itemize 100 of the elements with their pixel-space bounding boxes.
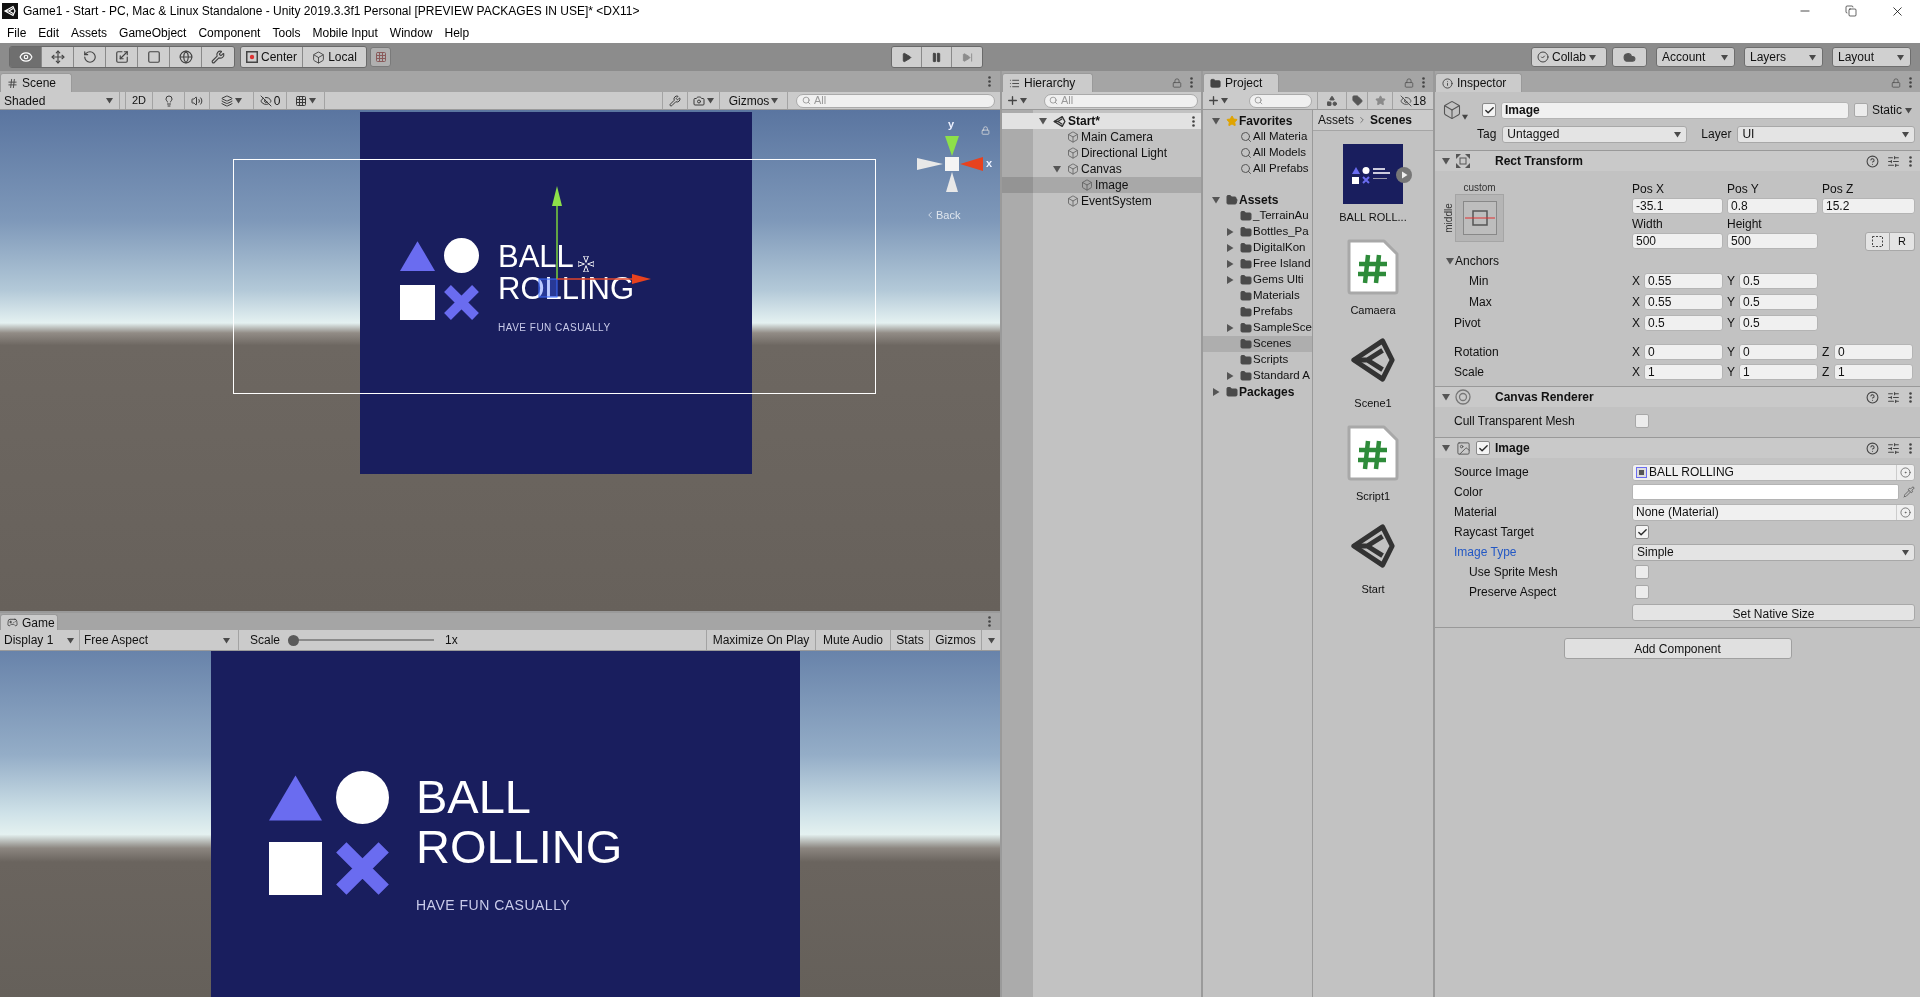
toggle-button[interactable]: Maximize On Play: [707, 630, 816, 650]
checkbox[interactable]: [1635, 585, 1649, 599]
tree-row[interactable]: Standard A: [1203, 368, 1312, 384]
display-dropdown[interactable]: Display 1: [0, 630, 80, 650]
tag-dropdown[interactable]: Untagged: [1502, 125, 1688, 143]
menu-item[interactable]: Assets: [65, 22, 114, 43]
gizmos-button[interactable]: Gizmos: [930, 630, 982, 650]
tree-row[interactable]: Packages: [1203, 384, 1312, 400]
tree-row[interactable]: Scenes: [1203, 336, 1312, 352]
tree-row[interactable]: Scripts: [1203, 352, 1312, 368]
lock-icon[interactable]: [981, 126, 990, 135]
toggle-button[interactable]: Mute Audio: [816, 630, 891, 650]
menu-item[interactable]: Tools: [266, 22, 307, 43]
menu-item[interactable]: Window: [383, 22, 439, 43]
caret-down-icon[interactable]: [1053, 165, 1061, 173]
tree-row[interactable]: DigitalKon: [1203, 240, 1312, 256]
pivot-mode-button[interactable]: Center: [241, 47, 303, 67]
tree-row[interactable]: Bottles_Pa: [1203, 224, 1312, 240]
layout-dropdown[interactable]: Layout: [1832, 47, 1911, 67]
caret-right-icon[interactable]: [1212, 388, 1220, 396]
panel-tab[interactable]: Project: [1203, 73, 1279, 92]
number-field[interactable]: 0: [1644, 344, 1723, 360]
add-component-button[interactable]: Add Component: [1563, 638, 1792, 659]
raw-edit-button[interactable]: R: [1890, 232, 1915, 251]
search-field[interactable]: [1249, 93, 1312, 108]
action-button[interactable]: Set Native Size: [1632, 603, 1915, 621]
color-field[interactable]: [1632, 484, 1899, 500]
pivot-rotation-button[interactable]: Local: [303, 47, 366, 67]
number-field[interactable]: 0.5: [1739, 273, 1818, 289]
number-field[interactable]: 0.8: [1727, 198, 1818, 214]
blueprint-mode-button[interactable]: [1865, 232, 1890, 251]
number-field[interactable]: -35.1: [1632, 198, 1723, 214]
static-dropdown[interactable]: Static: [1872, 101, 1912, 119]
tree-row[interactable]: Gems Ulti: [1203, 272, 1312, 288]
caret-right-icon[interactable]: [1226, 244, 1234, 252]
hidden-objects-button[interactable]: 0: [254, 92, 287, 109]
tool-button[interactable]: [106, 47, 138, 67]
asset-label[interactable]: Camaera: [1348, 303, 1398, 317]
account-dropdown[interactable]: Account: [1656, 47, 1735, 67]
lock-icon[interactable]: [1404, 77, 1414, 88]
tree-row[interactable]: All Materia: [1203, 129, 1312, 145]
tree-row[interactable]: Canvas: [1002, 161, 1201, 177]
orientation-gizmo-drawing[interactable]: [915, 134, 985, 194]
tree-row[interactable]: Directional Light: [1002, 145, 1201, 161]
help-icon[interactable]: [1866, 441, 1879, 455]
tree-row[interactable]: EventSystem: [1002, 193, 1201, 209]
tool-button[interactable]: [170, 47, 202, 67]
caret-down-icon[interactable]: [1442, 444, 1450, 452]
kebab-menu-icon[interactable]: [988, 76, 991, 87]
object-picker-icon[interactable]: [1900, 466, 1911, 478]
tool-button[interactable]: [10, 47, 42, 67]
tree-row[interactable]: Main Camera: [1002, 129, 1201, 145]
caret-down-icon[interactable]: [1212, 196, 1220, 204]
checkbox[interactable]: [1482, 103, 1496, 117]
mode-2d-button[interactable]: 2D: [125, 92, 153, 109]
asset-label[interactable]: Script1: [1353, 489, 1393, 503]
draw-mode-dropdown[interactable]: Shaded: [0, 92, 120, 109]
breadcrumb-link[interactable]: Assets: [1318, 111, 1354, 129]
collab-button[interactable]: Collab: [1531, 47, 1607, 67]
pause-button[interactable]: [922, 47, 952, 67]
layers-dropdown[interactable]: Layers: [1744, 47, 1823, 67]
menu-item[interactable]: Help: [438, 22, 476, 43]
checkbox[interactable]: [1635, 525, 1649, 539]
number-field[interactable]: 1: [1644, 364, 1723, 380]
caret-right-icon[interactable]: [1226, 228, 1234, 236]
breadcrumb-link[interactable]: Scenes: [1370, 111, 1413, 129]
gizmos-dropdown[interactable]: Gizmos: [720, 92, 788, 109]
number-field[interactable]: 0.55: [1644, 273, 1723, 289]
layer-dropdown[interactable]: UI: [1737, 125, 1915, 143]
kebab-menu-icon[interactable]: [1909, 442, 1912, 454]
filter-type-button[interactable]: [1317, 92, 1347, 109]
tree-row[interactable]: Prefabs: [1203, 304, 1312, 320]
kebab-menu-icon[interactable]: [1909, 77, 1912, 88]
play-circle-icon[interactable]: [1396, 167, 1412, 183]
caret-down-icon[interactable]: [1442, 157, 1450, 165]
caret-right-icon[interactable]: [1226, 276, 1234, 284]
menu-item[interactable]: Component: [192, 22, 267, 43]
preset-sliders-icon[interactable]: [1887, 390, 1900, 404]
tree-row[interactable]: Assets: [1203, 192, 1312, 208]
toggle-button[interactable]: Stats: [891, 630, 930, 650]
caret-down-icon[interactable]: [1446, 257, 1454, 265]
hidden-packages-button[interactable]: 18: [1393, 92, 1433, 109]
tree-row[interactable]: All Models: [1203, 145, 1312, 161]
preset-sliders-icon[interactable]: [1887, 441, 1900, 455]
help-icon[interactable]: [1866, 390, 1879, 404]
panel-tab[interactable]: Game: [0, 614, 58, 630]
tool-button[interactable]: [42, 47, 74, 67]
tool-button[interactable]: [202, 47, 234, 67]
number-field[interactable]: 500: [1727, 233, 1818, 249]
number-field[interactable]: 0.55: [1644, 294, 1723, 310]
caret-down-icon[interactable]: [1039, 117, 1047, 125]
caret-down-icon[interactable]: [1212, 117, 1220, 125]
tree-row[interactable]: Materials: [1203, 288, 1312, 304]
number-field[interactable]: 500: [1632, 233, 1723, 249]
number-field[interactable]: 0.5: [1739, 294, 1818, 310]
number-field[interactable]: 15.2: [1822, 198, 1915, 214]
caret-right-icon[interactable]: [1226, 324, 1234, 332]
scale-slider[interactable]: [288, 634, 435, 646]
anchor-preset-button[interactable]: [1455, 194, 1504, 242]
tool-button[interactable]: [138, 47, 170, 67]
